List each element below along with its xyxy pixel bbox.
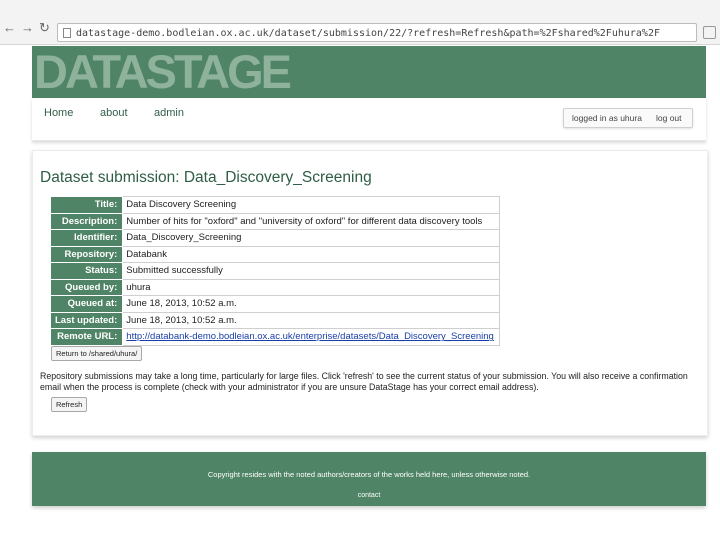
menu-item-about[interactable]: about — [100, 107, 128, 119]
forward-icon[interactable]: → — [21, 21, 34, 35]
row-value: June 18, 2013, 10:52 a.m. — [122, 311, 501, 329]
row-label: Identifier: — [49, 229, 124, 247]
row-label: Repository: — [49, 245, 124, 263]
table-row: Queued at: June 18, 2013, 10:52 a.m. — [49, 295, 501, 313]
row-label: Last updated: — [49, 311, 124, 329]
row-label: Queued at: — [49, 295, 124, 313]
main-content: Dataset submission: Data_Discovery_Scree… — [32, 150, 708, 436]
row-value: Data_Discovery_Screening — [122, 229, 501, 247]
submission-details-table: Title: Data Discovery Screening Descripti… — [49, 196, 501, 346]
browser-toolbar: ← → ↻ datastage-demo.bodleian.ox.ac.uk/d… — [0, 0, 720, 45]
row-label: Queued by: — [49, 278, 124, 296]
menu-item-home[interactable]: Home — [44, 107, 73, 119]
return-button[interactable]: Return to /shared/uhura/ — [51, 346, 143, 361]
table-row: Identifier: Data_Discovery_Screening — [49, 229, 501, 247]
site-header: DATASTAGE — [32, 44, 706, 100]
table-row: Last updated: June 18, 2013, 10:52 a.m. — [49, 311, 501, 329]
menu-item-admin[interactable]: admin — [154, 107, 184, 119]
table-row: Repository: Databank — [49, 245, 501, 263]
back-icon[interactable]: ← — [3, 21, 16, 35]
table-row: Remote URL: http://databank-demo.bodleian… — [49, 328, 501, 346]
menu-icon[interactable] — [703, 26, 716, 39]
copyright-text: Copyright resides with the noted authors… — [207, 470, 531, 479]
row-value: Number of hits for "oxford" and "univers… — [122, 212, 501, 230]
table-row: Description: Number of hits for "oxford" … — [49, 212, 501, 230]
site-logo[interactable]: DATASTAGE — [34, 44, 292, 100]
table-row: Queued by: uhura — [49, 278, 501, 296]
row-value: Databank — [122, 245, 501, 263]
row-label: Status: — [49, 262, 124, 280]
row-label: Title: — [49, 196, 124, 214]
site-footer: Copyright resides with the noted authors… — [32, 452, 706, 506]
row-value: June 18, 2013, 10:52 a.m. — [122, 295, 501, 313]
address-bar-url: datastage-demo.bodleian.ox.ac.uk/dataset… — [76, 28, 660, 39]
table-row: Status: Submitted successfully — [49, 262, 501, 280]
row-label: Description: — [49, 212, 124, 230]
reload-icon[interactable]: ↻ — [39, 21, 50, 35]
page-title: Dataset submission: Data_Discovery_Scree… — [40, 169, 372, 186]
address-bar[interactable]: datastage-demo.bodleian.ox.ac.uk/dataset… — [57, 23, 697, 42]
contact-link[interactable]: contact — [32, 492, 706, 499]
remote-url-link[interactable]: http://databank-demo.bodleian.ox.ac.uk/e… — [126, 331, 494, 342]
submission-note: Repository submissions may take a long t… — [40, 371, 688, 392]
main-menu: Home about admin logged in as uhura log … — [32, 98, 706, 141]
row-label: Remote URL: — [49, 328, 124, 346]
row-value: uhura — [122, 278, 501, 296]
site: DATASTAGE Home about admin logged in as … — [32, 44, 708, 506]
refresh-button[interactable]: Refresh — [51, 397, 88, 412]
table-row: Title: Data Discovery Screening — [49, 196, 501, 214]
logged-in-user: logged in as uhura — [572, 113, 642, 123]
logout-link[interactable]: log out — [656, 109, 682, 127]
row-value-cell: http://databank-demo.bodleian.ox.ac.uk/e… — [122, 328, 501, 346]
row-value: Submitted successfully — [122, 262, 501, 280]
page-icon — [63, 28, 71, 38]
row-value: Data Discovery Screening — [122, 196, 501, 214]
login-status: logged in as uhura log out — [563, 108, 693, 128]
